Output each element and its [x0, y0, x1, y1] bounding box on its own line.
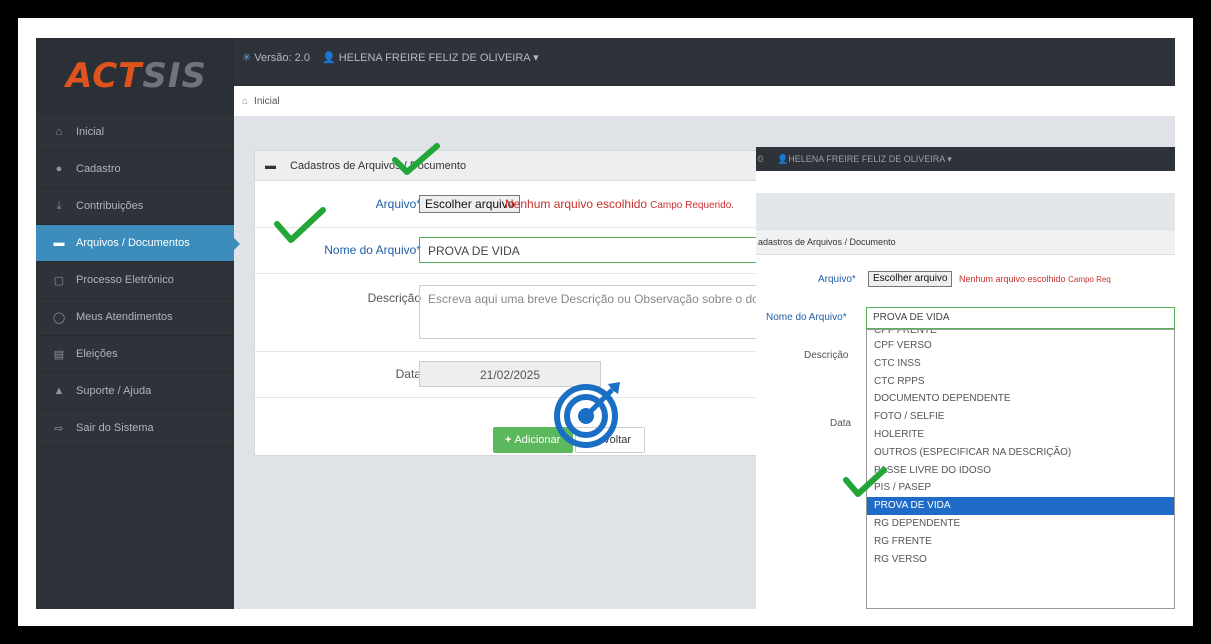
- sidebar-item-label: Contribuições: [76, 200, 144, 212]
- sidebar-item-label: Meus Atendimentos: [76, 311, 173, 323]
- sidebar-item-inicial[interactable]: ⌂ Inicial: [36, 114, 234, 151]
- top-bar: ✳ Versão: 2.0 👤 HELENA FREIRE FELIZ DE O…: [234, 38, 1175, 86]
- divider: [255, 227, 813, 228]
- date-row: Data 21/02/2025: [255, 361, 813, 389]
- target-icon: [554, 382, 620, 448]
- dropdown-option[interactable]: CTC INSS: [867, 355, 1174, 373]
- description-textarea[interactable]: Escreva aqui uma breve Descrição ou Obse…: [419, 285, 813, 339]
- sidebar-item-processo-eletr-nico[interactable]: ▢ Processo Eletrônico: [36, 262, 234, 299]
- sidebar-item-suporte-ajuda[interactable]: ▲ Suporte / Ajuda: [36, 373, 234, 410]
- sidebar-item-label: Cadastro: [76, 163, 121, 175]
- user-icon: 👤: [777, 153, 789, 164]
- archive-icon: ▬: [53, 237, 65, 249]
- user-icon: 👤: [321, 51, 339, 64]
- overlay-data-label: Data: [830, 418, 852, 429]
- sidebar-item-meus-atendimentos[interactable]: ◯ Meus Atendimentos: [36, 299, 234, 336]
- overlay-panel-title: adastros de Arquivos / Documento: [756, 229, 1175, 255]
- check-icon: [843, 467, 887, 497]
- overlay-descricao-label: Descrição: [804, 350, 849, 361]
- dropdown-option[interactable]: PASSE LIVRE DO IDOSO: [867, 462, 1174, 480]
- app-logo[interactable]: ACT SIS: [36, 38, 234, 114]
- file-icon: ▢: [53, 274, 65, 287]
- app-window: ACT SIS ⌂ Inicial ● Cadastro ⤓ Contribuições ▬ A…: [36, 38, 1175, 609]
- sidebar-item-label: Sair do Sistema: [76, 422, 154, 434]
- plus-icon: +: [505, 434, 512, 446]
- dropdown-option[interactable]: FOTO / SELFIE: [867, 408, 1174, 426]
- sidebar-item-label: Eleições: [76, 348, 118, 360]
- dropdown-option[interactable]: CTC RPPS: [867, 373, 1174, 391]
- dropdown-option[interactable]: CPF VERSO: [867, 337, 1174, 355]
- check-icon: [392, 143, 440, 175]
- user-menu[interactable]: 👤 HELENA FREIRE FELIZ DE OLIVEIRA ▾: [322, 51, 539, 64]
- asterisk-icon: ✳: [242, 51, 255, 64]
- home-icon: ⌂: [242, 95, 249, 107]
- dropdown-option[interactable]: RG FRENTE: [867, 533, 1174, 551]
- descricao-label: Descrição: [367, 291, 421, 305]
- dropdown-option[interactable]: PROVA DE VIDA: [867, 497, 1174, 515]
- sidebar-item-arquivos-documentos[interactable]: ▬ Arquivos / Documentos: [36, 225, 240, 262]
- file-name-input[interactable]: PROVA DE VIDA: [419, 237, 813, 263]
- breadcrumb-home[interactable]: Inicial: [254, 96, 280, 107]
- file-type-dropdown-list[interactable]: CPF FRENTE CPF VERSO CTC INSS CTC RPPS DOCUM…: [866, 329, 1175, 609]
- overlay-arquivo-label: Arquivo*: [818, 274, 856, 285]
- nome-label: Nome do Arquivo*: [324, 243, 421, 257]
- file-row: Arquivo* Escolher arquivo Nenhum arquivo…: [255, 195, 813, 217]
- dropdown-option[interactable]: DOCUMENTO DEPENDENTE: [867, 390, 1174, 408]
- sidebar-item-sair-do-sistema[interactable]: ⇨ Sair do Sistema: [36, 410, 234, 447]
- file-type-select[interactable]: PROVA DE VIDA: [866, 307, 1175, 329]
- dropdown-option[interactable]: RG VERSO: [867, 551, 1174, 569]
- dropdown-option[interactable]: RG DEPENDENTE: [867, 515, 1174, 533]
- divider: [255, 397, 813, 398]
- name-row: Nome do Arquivo* PROVA DE VIDA: [255, 237, 813, 265]
- check-icon: [274, 207, 326, 243]
- zoomed-dropdown-screenshot: 0 👤 HELENA FREIRE FELIZ DE OLIVEIRA ▾ ad…: [756, 147, 1175, 609]
- overlay-content-bg: [756, 193, 1175, 229]
- chat-icon: ◯: [52, 311, 66, 324]
- user-icon: ●: [55, 163, 63, 175]
- warning-icon: ▲: [53, 385, 65, 397]
- overlay-file-status: Nenhum arquivo escolhido Campo Req: [959, 274, 1111, 284]
- divider: [255, 273, 813, 274]
- data-label: Data: [395, 367, 421, 381]
- description-row: Descrição Escreva aqui uma breve Descriç…: [255, 285, 813, 341]
- sidebar-item-label: Inicial: [76, 126, 105, 138]
- overlay-user: HELENA FREIRE FELIZ DE OLIVEIRA ▾: [788, 153, 952, 164]
- logo-text-secondary: SIS: [142, 56, 208, 96]
- upload-form-panel: ▬ Cadastros de Arquivos / Documento Arqu…: [254, 150, 814, 456]
- download-icon: ⤓: [56, 199, 62, 212]
- version-label: ✳ Versão: 2.0: [242, 51, 310, 64]
- panel-header: ▬ Cadastros de Arquivos / Documento: [255, 151, 813, 181]
- overlay-nome-label: Nome do Arquivo*: [766, 312, 847, 323]
- sidebar: ACT SIS ⌂ Inicial ● Cadastro ⤓ Contribuições ▬ A…: [36, 38, 240, 609]
- logo-text-primary: ACT: [66, 56, 143, 96]
- sidebar-item-label: Processo Eletrônico: [76, 274, 174, 286]
- home-icon: ⌂: [55, 126, 63, 138]
- sidebar-item-elei-es[interactable]: ▤ Eleições: [36, 336, 234, 373]
- overlay-choose-file-button[interactable]: Escolher arquivo: [868, 271, 953, 287]
- breadcrumb: ⌂ Inicial: [234, 86, 1175, 116]
- dropdown-option[interactable]: OUTROS (ESPECIFICAR NA DESCRIÇÃO): [867, 444, 1174, 462]
- divider: [255, 351, 813, 352]
- arquivo-label: Arquivo*: [375, 197, 421, 211]
- archive-icon: ▬: [265, 159, 276, 172]
- logout-icon: ⇨: [54, 422, 64, 435]
- sidebar-item-label: Arquivos / Documentos: [76, 237, 190, 249]
- dropdown-option[interactable]: PIS / PASEP: [867, 479, 1174, 497]
- sidebar-item-label: Suporte / Ajuda: [76, 385, 152, 397]
- sidebar-item-cadastro[interactable]: ● Cadastro: [36, 151, 234, 188]
- dropdown-option[interactable]: CPF FRENTE: [867, 330, 1174, 337]
- dropdown-option[interactable]: HOLERITE: [867, 426, 1174, 444]
- sidebar-item-contribui-es[interactable]: ⤓ Contribuições: [36, 188, 234, 225]
- overlay-topbar: 0 👤 HELENA FREIRE FELIZ DE OLIVEIRA ▾: [756, 147, 1175, 171]
- ballot-icon: ▤: [53, 348, 65, 361]
- file-status: Nenhum arquivo escolhido Campo Requerido.: [505, 197, 735, 211]
